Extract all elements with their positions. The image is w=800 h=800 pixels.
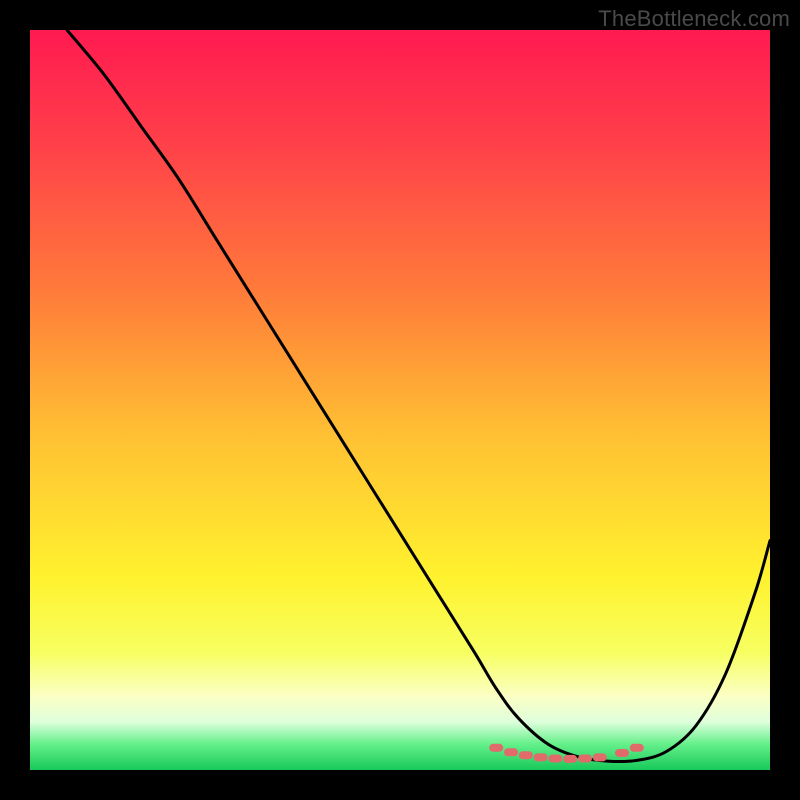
chart-svg	[30, 30, 770, 770]
watermark-text: TheBottleneck.com	[598, 6, 790, 32]
marker-dot	[615, 749, 629, 757]
marker-dot	[578, 755, 592, 763]
chart-plot-area	[30, 30, 770, 770]
marker-dot	[630, 744, 644, 752]
marker-dot	[548, 755, 562, 763]
chart-background	[30, 30, 770, 770]
marker-dot	[504, 748, 518, 756]
marker-dot	[519, 751, 533, 759]
marker-dot	[563, 755, 577, 763]
marker-dot	[534, 753, 548, 761]
chart-frame: TheBottleneck.com	[0, 0, 800, 800]
marker-dot	[593, 753, 607, 761]
marker-dot	[489, 744, 503, 752]
